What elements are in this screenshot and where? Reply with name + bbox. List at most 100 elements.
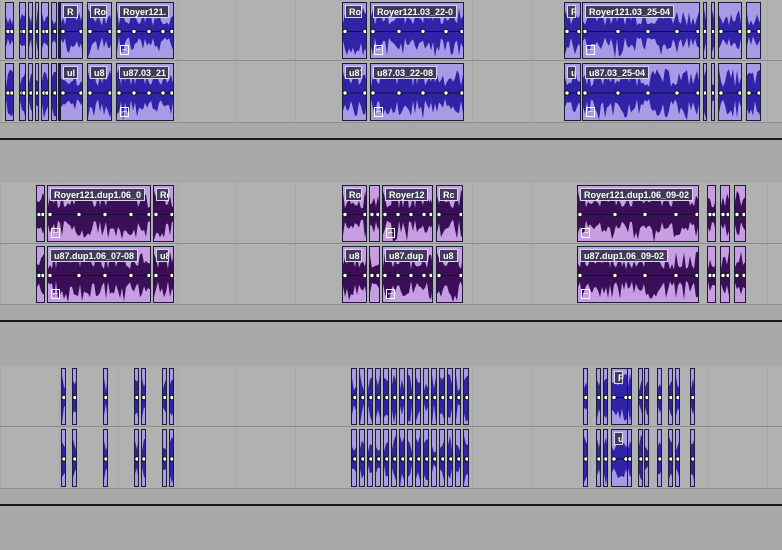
automation-point-icon[interactable] bbox=[371, 28, 376, 35]
automation-point-icon[interactable] bbox=[695, 90, 700, 96]
audio-region[interactable] bbox=[718, 63, 742, 121]
audio-region[interactable]: R bbox=[60, 2, 83, 59]
automation-point-icon[interactable] bbox=[142, 456, 146, 462]
automation-point-icon[interactable] bbox=[408, 211, 414, 218]
audio-region[interactable] bbox=[375, 368, 381, 425]
automation-point-icon[interactable] bbox=[61, 28, 66, 35]
automation-point-icon[interactable] bbox=[371, 90, 376, 96]
automation-point-icon[interactable] bbox=[73, 456, 77, 462]
automation-point-icon[interactable] bbox=[62, 394, 66, 401]
fade-icon[interactable]: ⌐ bbox=[120, 45, 129, 55]
automation-point-icon[interactable] bbox=[645, 28, 651, 35]
automation-point-icon[interactable] bbox=[694, 211, 699, 218]
audio-region[interactable] bbox=[103, 368, 108, 425]
audio-region[interactable] bbox=[351, 368, 357, 425]
automation-point-icon[interactable] bbox=[376, 456, 381, 462]
audio-region[interactable] bbox=[711, 63, 715, 121]
automation-point-icon[interactable] bbox=[695, 28, 700, 35]
automation-point-icon[interactable] bbox=[163, 456, 167, 462]
automation-point-icon[interactable] bbox=[673, 211, 679, 218]
audio-region[interactable]: u87.03_22-08 ⌐ bbox=[370, 63, 464, 121]
audio-region[interactable] bbox=[423, 368, 429, 425]
automation-point-icon[interactable] bbox=[169, 272, 174, 279]
audio-region[interactable] bbox=[369, 185, 380, 242]
audio-region[interactable] bbox=[391, 368, 397, 425]
automation-point-icon[interactable] bbox=[623, 394, 628, 401]
audio-region[interactable] bbox=[638, 429, 643, 487]
automation-point-icon[interactable] bbox=[360, 456, 365, 462]
audio-region[interactable] bbox=[35, 2, 39, 59]
automation-point-icon[interactable] bbox=[170, 456, 174, 462]
automation-point-icon[interactable] bbox=[146, 28, 152, 35]
audio-region[interactable]: u bbox=[564, 63, 581, 121]
audio-region[interactable] bbox=[169, 368, 174, 425]
automation-point-icon[interactable] bbox=[578, 211, 583, 218]
fade-icon[interactable]: ⌐ bbox=[51, 228, 60, 238]
automation-point-icon[interactable] bbox=[48, 272, 53, 279]
automation-point-icon[interactable] bbox=[421, 272, 427, 279]
audio-region[interactable] bbox=[720, 185, 730, 242]
automation-point-icon[interactable] bbox=[383, 211, 388, 218]
automation-point-icon[interactable] bbox=[52, 28, 57, 35]
audio-region[interactable] bbox=[72, 368, 77, 425]
automation-point-icon[interactable] bbox=[604, 456, 608, 462]
automation-point-icon[interactable] bbox=[395, 211, 401, 218]
automation-point-icon[interactable] bbox=[343, 28, 348, 35]
automation-point-icon[interactable] bbox=[615, 90, 621, 96]
automation-point-icon[interactable] bbox=[421, 211, 427, 218]
automation-point-icon[interactable] bbox=[368, 456, 373, 462]
automation-point-icon[interactable] bbox=[448, 394, 453, 401]
audio-region[interactable] bbox=[41, 2, 49, 59]
audio-region[interactable] bbox=[61, 429, 66, 487]
automation-point-icon[interactable] bbox=[673, 272, 679, 279]
audio-region[interactable]: u8 bbox=[342, 246, 367, 303]
fade-icon[interactable]: ⌐ bbox=[386, 228, 395, 238]
automation-point-icon[interactable] bbox=[142, 394, 146, 401]
audio-region[interactable] bbox=[51, 2, 57, 59]
automation-point-icon[interactable] bbox=[735, 272, 740, 279]
audio-region[interactable] bbox=[675, 368, 680, 425]
audio-region[interactable] bbox=[668, 429, 673, 487]
automation-point-icon[interactable] bbox=[578, 272, 583, 279]
audio-region[interactable] bbox=[668, 368, 673, 425]
automation-point-icon[interactable] bbox=[658, 394, 662, 401]
automation-point-icon[interactable] bbox=[737, 28, 742, 35]
automation-point-icon[interactable] bbox=[29, 90, 33, 96]
audio-region[interactable] bbox=[690, 368, 695, 425]
fade-icon[interactable]: ⌐ bbox=[51, 289, 60, 299]
audio-region[interactable] bbox=[359, 368, 365, 425]
automation-point-icon[interactable] bbox=[370, 272, 375, 279]
automation-point-icon[interactable] bbox=[612, 211, 618, 218]
automation-point-icon[interactable] bbox=[169, 211, 174, 218]
automation-point-icon[interactable] bbox=[9, 90, 14, 96]
automation-point-icon[interactable] bbox=[756, 28, 761, 35]
automation-point-icon[interactable] bbox=[642, 272, 648, 279]
automation-point-icon[interactable] bbox=[583, 28, 588, 35]
automation-point-icon[interactable] bbox=[741, 211, 746, 218]
audio-region[interactable] bbox=[169, 429, 174, 487]
automation-point-icon[interactable] bbox=[104, 394, 108, 401]
audio-region[interactable] bbox=[703, 63, 707, 121]
audio-region[interactable]: Rc bbox=[153, 185, 174, 242]
automation-point-icon[interactable] bbox=[747, 90, 752, 96]
automation-point-icon[interactable] bbox=[741, 272, 746, 279]
audio-region[interactable]: u8 bbox=[153, 246, 174, 303]
automation-point-icon[interactable] bbox=[704, 28, 707, 35]
audio-region[interactable] bbox=[734, 246, 746, 303]
audio-region[interactable] bbox=[134, 429, 139, 487]
automation-point-icon[interactable] bbox=[36, 90, 39, 96]
automation-point-icon[interactable] bbox=[691, 456, 695, 462]
automation-point-icon[interactable] bbox=[362, 211, 367, 218]
automation-point-icon[interactable] bbox=[597, 456, 601, 462]
automation-point-icon[interactable] bbox=[628, 456, 632, 462]
audio-region[interactable] bbox=[423, 429, 429, 487]
automation-point-icon[interactable] bbox=[597, 394, 601, 401]
automation-point-icon[interactable] bbox=[146, 90, 152, 96]
audio-region[interactable] bbox=[690, 429, 695, 487]
automation-point-icon[interactable] bbox=[169, 90, 174, 96]
audio-region[interactable] bbox=[359, 429, 365, 487]
automation-point-icon[interactable] bbox=[458, 211, 463, 218]
automation-point-icon[interactable] bbox=[420, 28, 426, 35]
automation-point-icon[interactable] bbox=[370, 211, 375, 218]
fade-icon[interactable]: ⌐ bbox=[586, 107, 595, 117]
